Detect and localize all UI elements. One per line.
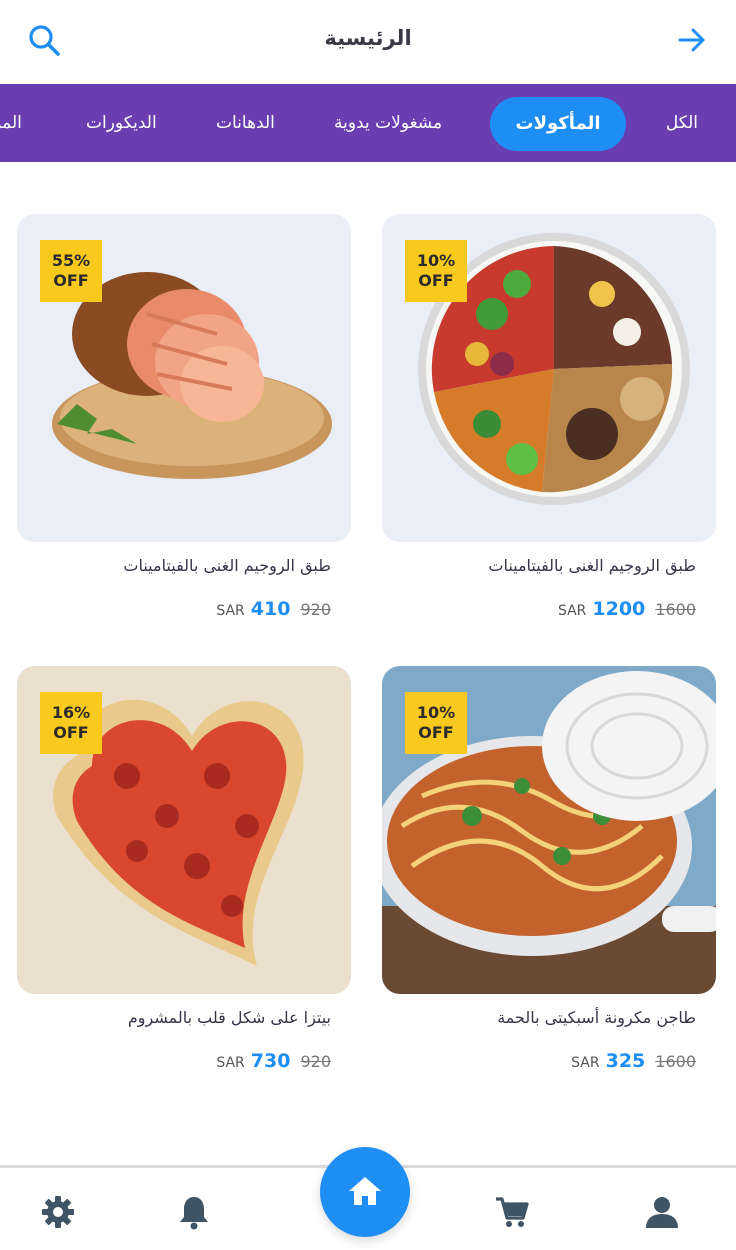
product-name[interactable]: طاجن مكرونة أسبكيتى بالحمة [497,1008,696,1027]
tab-decorations[interactable]: الديكورات [86,84,157,162]
price-row: SAR 325 1600 [571,1050,696,1072]
product-image[interactable]: 10% OFF [382,214,716,542]
bell-icon[interactable] [176,1194,212,1230]
price-row: SAR 410 920 [216,598,331,620]
product-name[interactable]: بيتزا على شكل قلب بالمشروم [128,1008,331,1027]
page-title: الرئيسية [324,26,412,50]
currency: SAR [216,603,245,619]
currency: SAR [571,1055,600,1071]
tab-paints[interactable]: الدهانات [216,84,275,162]
home-icon [349,1177,381,1205]
user-icon[interactable] [644,1194,680,1230]
product-name[interactable]: طبق الروجيم الغنى بالفيتامينات [123,556,331,575]
old-price: 1600 [655,600,696,619]
price: 325 [605,1050,646,1072]
arrow-right-icon[interactable] [676,24,708,56]
home-button[interactable] [320,1147,410,1237]
app-header: الرئيسية [0,0,736,84]
currency: SAR [216,1055,245,1071]
tab-handicrafts[interactable]: مشغولات يدوية [334,84,442,162]
discount-badge: 16% OFF [40,692,102,754]
cart-icon[interactable] [494,1194,530,1230]
currency: SAR [557,603,587,619]
discount-badge: 10% OFF [405,240,467,302]
product-image[interactable]: 16% OFF [17,666,351,994]
product-name[interactable]: طبق الروجيم الغنى بالفيتامينات [488,556,696,575]
price: 730 [250,1050,291,1072]
tab-all[interactable]: الكل [666,84,698,162]
discount-badge: 55% OFF [40,240,102,302]
category-tabs: الكل المأكولات مشغولات يدوية الدهانات ال… [0,84,736,162]
price: 410 [250,598,291,620]
product-image[interactable]: 55% OFF [17,214,351,542]
old-price: 920 [300,600,331,619]
tab-food[interactable]: المأكولات [490,97,626,151]
gear-icon[interactable] [40,1194,76,1230]
discount-badge: 10% OFF [405,692,467,754]
product-image[interactable]: 10% OFF [382,666,716,994]
price-row: SAR 730 920 [216,1050,331,1072]
price: 1200 [592,598,646,620]
old-price: 1600 [655,1052,696,1071]
old-price: 920 [300,1052,331,1071]
tab-clothes[interactable]: الملا [0,84,22,162]
price-row: SAR 1200 1600 [558,598,696,620]
